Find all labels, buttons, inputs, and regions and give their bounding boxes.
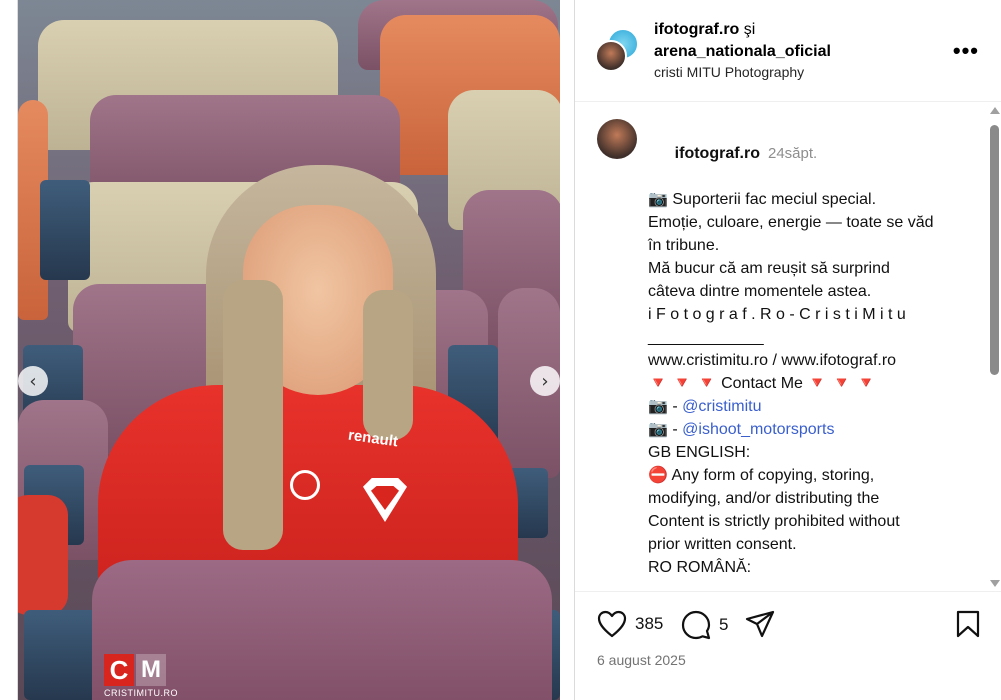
- caption-line: 📷 Suporterii fac meciul special.: [648, 191, 877, 208]
- comment-count[interactable]: 5: [719, 615, 728, 635]
- caption-line: 📷 -: [648, 421, 683, 438]
- caption-line: câteva dintre momentele astea.: [648, 283, 872, 300]
- post-actions: 385 5 6 august 2025: [575, 591, 1001, 700]
- caption-line: _____________: [648, 329, 764, 346]
- caption-line: i F o t o g r a f . R o - C r i s t i M …: [648, 306, 906, 323]
- comments-section: ifotograf.ro 24săpt. 📷 Suporterii fac mec…: [575, 103, 1001, 591]
- username-link[interactable]: ifotograf.ro: [654, 21, 739, 38]
- caption-line: prior written consent.: [648, 536, 797, 553]
- caption-line: Content is strictly prohibited without: [648, 513, 900, 530]
- prev-image-button[interactable]: ‹: [18, 366, 48, 396]
- neighbor-shirt: [18, 495, 68, 615]
- page-edge: [0, 0, 18, 700]
- watermark-m-logo-icon: M: [136, 654, 166, 686]
- mention-link[interactable]: @ishoot_motorsports: [682, 421, 834, 438]
- next-image-button[interactable]: ›: [530, 366, 560, 396]
- collab-avatars[interactable]: [595, 28, 639, 72]
- caption-line: Mă bucur că am reușit să surprind: [648, 260, 890, 277]
- username-link[interactable]: arena_nationala_oficial: [654, 43, 831, 60]
- caption-line: RO ROMÂNĂ:: [648, 559, 752, 576]
- post-media[interactable]: renault ‹ › C M CRISTIMITU.RO: [18, 0, 560, 700]
- caption-timestamp[interactable]: 24săpt.: [768, 145, 817, 162]
- scrollbar-thumb[interactable]: [990, 125, 999, 375]
- scroll-up-icon[interactable]: [990, 107, 1000, 114]
- send-icon[interactable]: [745, 610, 775, 638]
- post-date[interactable]: 6 august 2025: [597, 652, 686, 668]
- watermark-text: CRISTIMITU.RO: [104, 688, 178, 698]
- caption-line: Emoție, culoare, energie — toate se văd: [648, 214, 934, 231]
- watermark-c-logo-icon: C: [104, 654, 134, 686]
- photo-watermark: C M CRISTIMITU.RO: [104, 654, 178, 698]
- like-count[interactable]: 385: [635, 614, 663, 634]
- post-header: ifotograf.ro şi arena_nationala_oficial …: [575, 0, 1001, 102]
- avatar[interactable]: [595, 40, 627, 72]
- subject-hair-strand: [223, 280, 283, 550]
- caption: ifotograf.ro 24săpt. 📷 Suporterii fac mec…: [648, 119, 968, 579]
- caption-line: www.cristimitu.ro / www.ifotograf.ro: [648, 352, 897, 369]
- username-connector: şi: [743, 21, 756, 38]
- share-button[interactable]: [745, 610, 775, 638]
- post-location[interactable]: cristi MITU Photography: [654, 64, 804, 80]
- avatar[interactable]: [597, 119, 637, 159]
- caption-username[interactable]: ifotograf.ro: [675, 145, 760, 162]
- heart-icon[interactable]: [597, 610, 627, 638]
- scroll-down-icon[interactable]: [990, 580, 1000, 587]
- collab-usernames: ifotograf.ro şi arena_nationala_oficial: [654, 19, 831, 63]
- caption-line: GB ENGLISH:: [648, 444, 751, 461]
- save-button[interactable]: [955, 610, 981, 638]
- comment-icon[interactable]: [681, 610, 711, 640]
- scrollbar[interactable]: [988, 103, 1001, 591]
- like-button[interactable]: 385: [597, 610, 663, 638]
- jersey-badge-icon: [290, 470, 320, 500]
- caption-line: modifying, and/or distributing the: [648, 490, 880, 507]
- comment-button[interactable]: 5: [681, 610, 728, 640]
- stadium-seat: [40, 180, 90, 280]
- subject-hair-strand: [363, 290, 413, 440]
- more-options-icon[interactable]: •••: [953, 38, 979, 64]
- caption-line: 🔻 🔻 🔻 Contact Me 🔻 🔻 🔻: [648, 375, 877, 392]
- mention-link[interactable]: @cristimitu: [682, 398, 761, 415]
- bookmark-icon[interactable]: [955, 610, 981, 638]
- caption-line: ⛔ Any form of copying, storing,: [648, 467, 875, 484]
- caption-line: în tribune.: [648, 237, 720, 254]
- caption-line: 📷 -: [648, 398, 683, 415]
